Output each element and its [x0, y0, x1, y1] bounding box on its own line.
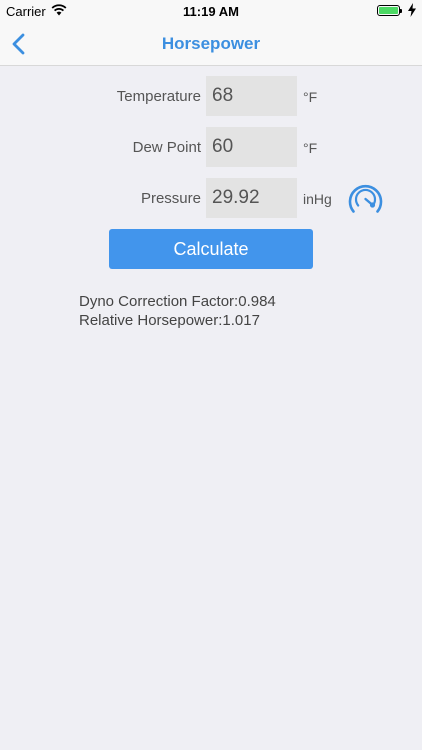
status-bar: Carrier 11:19 AM: [0, 0, 422, 22]
relative-horsepower-text: Relative Horsepower:1.017: [79, 312, 260, 329]
charging-bolt-icon: [408, 3, 416, 20]
temperature-row: Temperature °F: [0, 76, 422, 116]
temperature-unit: °F: [303, 89, 318, 105]
results-panel: Dyno Correction Factor:0.984 Relative Ho…: [79, 292, 276, 330]
barometer-gauge-icon[interactable]: [346, 181, 385, 216]
calculate-button[interactable]: Calculate: [109, 229, 313, 269]
dew-point-unit: °F: [303, 140, 318, 156]
dew-point-input[interactable]: [206, 127, 297, 167]
dew-point-label: Dew Point: [132, 139, 201, 156]
temperature-label: Temperature: [116, 88, 201, 105]
dew-point-row: Dew Point °F: [0, 127, 422, 167]
pressure-unit: inHg: [303, 191, 332, 207]
pressure-label: Pressure: [140, 190, 201, 207]
navigation-bar: Horsepower: [0, 22, 422, 66]
dyno-correction-factor-text: Dyno Correction Factor:0.984: [79, 293, 276, 310]
temperature-input[interactable]: [206, 76, 297, 116]
status-time: 11:19 AM: [183, 4, 239, 19]
battery-icon: [377, 5, 402, 16]
pressure-input[interactable]: [206, 178, 297, 218]
battery-fill: [379, 7, 398, 14]
page-title: Horsepower: [161, 34, 261, 53]
